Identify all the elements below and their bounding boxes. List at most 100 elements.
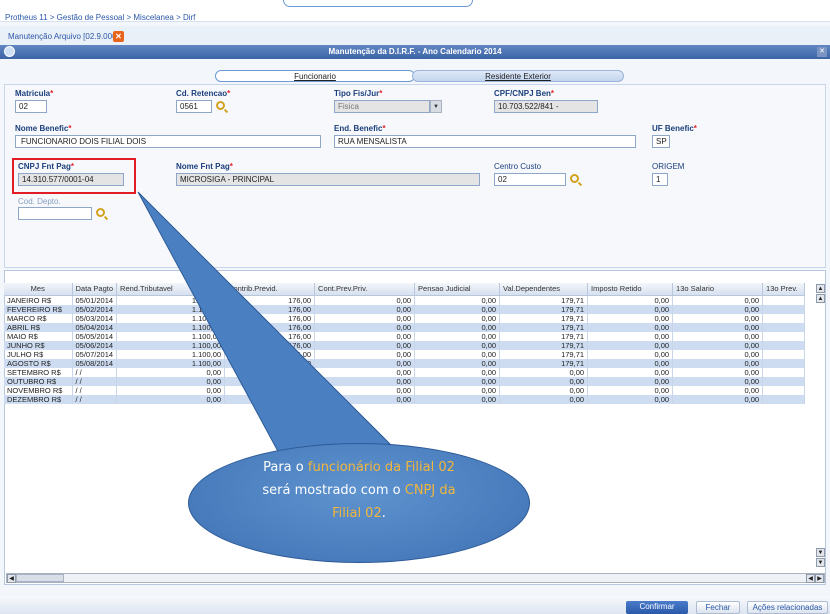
- table-cell[interactable]: MAIO R$: [4, 331, 73, 341]
- table-cell[interactable]: 0,00: [314, 340, 416, 350]
- table-row[interactable]: OUTUBRO R$ / /0,00 0,00 0,00 0,00 0,00 0,00 0,0…: [4, 376, 806, 386]
- table-cell[interactable]: 0,00: [414, 358, 501, 368]
- scroll-bottom-icon[interactable]: ▼: [816, 558, 825, 567]
- table-cell[interactable]: 179,71: [499, 313, 589, 323]
- table-cell[interactable]: 0,00: [672, 322, 764, 332]
- table-row[interactable]: JUNHO R$ 05/06/2014 1.100,00 176,00 0,00 0,00…: [4, 340, 806, 350]
- end-benefic-field[interactable]: RUA MENSALISTA: [334, 135, 636, 148]
- table-cell[interactable]: 0,00: [414, 304, 501, 314]
- table-cell[interactable]: 0,00: [224, 394, 316, 404]
- table-cell[interactable]: 0,00: [672, 295, 764, 305]
- col-header[interactable]: Data Pagto: [72, 283, 118, 296]
- table-cell[interactable]: 1.100,00: [116, 340, 226, 350]
- table-cell[interactable]: 0,00: [499, 385, 589, 395]
- col-header[interactable]: 13o Salario: [672, 283, 764, 296]
- table-cell[interactable]: / /: [72, 376, 118, 386]
- tab-residente-exterior[interactable]: Residente Exterior: [412, 70, 624, 82]
- table-row[interactable]: NOVEMBRO R$ / /0,00 0,00 0,00 0,00 0,00 0,00 0,…: [4, 385, 806, 395]
- table-row[interactable]: AGOSTO R$ 05/08/2014 1.100,00 176,00 0,00 0,0…: [4, 358, 806, 368]
- chevron-down-icon[interactable]: ▼: [430, 100, 442, 113]
- table-cell[interactable]: 0,00: [414, 340, 501, 350]
- table-cell[interactable]: JANEIRO R$: [4, 295, 73, 305]
- cpf-cnpj-ben-field[interactable]: 10.703.522/841 -: [494, 100, 598, 113]
- close-tab-icon[interactable]: ✕: [113, 31, 124, 42]
- table-cell[interactable]: 0,00: [314, 394, 416, 404]
- table-cell[interactable]: / /: [72, 385, 118, 395]
- table-cell[interactable]: JUNHO R$: [4, 340, 73, 350]
- table-cell[interactable]: 0,00: [414, 331, 501, 341]
- search-icon[interactable]: [216, 101, 225, 110]
- table-row[interactable]: MARCO R$ 05/03/2014 1.100,00 176,00 0,00 0,00…: [4, 313, 806, 323]
- table-cell[interactable]: 179,71: [499, 340, 589, 350]
- table-cell[interactable]: 0,00: [314, 385, 416, 395]
- table-cell[interactable]: 1.100,00: [116, 358, 226, 368]
- origem-field[interactable]: 1: [652, 173, 668, 186]
- table-cell[interactable]: 05/01/2014: [72, 295, 118, 305]
- table-cell[interactable]: 176,00: [224, 358, 316, 368]
- tab-manutencao-arquivo[interactable]: Manutenção Arquivo [02.9.0007]: [4, 30, 127, 45]
- scroll-left-icon[interactable]: ◀: [806, 574, 815, 583]
- table-cell[interactable]: 0,00: [314, 295, 416, 305]
- col-header[interactable]: Contrib.Previd.: [224, 283, 316, 296]
- related-actions-button[interactable]: Ações relacionadas: [747, 601, 828, 614]
- table-cell[interactable]: 0,00: [587, 322, 674, 332]
- table-cell[interactable]: / /: [72, 394, 118, 404]
- table-cell[interactable]: 0,00: [499, 376, 589, 386]
- table-cell[interactable]: DEZEMBRO R$: [4, 394, 73, 404]
- table-cell[interactable]: 0,00: [587, 313, 674, 323]
- table-cell[interactable]: 0,00: [414, 376, 501, 386]
- table-cell[interactable]: 1.100,00: [116, 322, 226, 332]
- tab-funcionario[interactable]: Funcionario: [215, 70, 415, 82]
- table-cell[interactable]: 176,00: [224, 313, 316, 323]
- table-cell[interactable]: 179,71: [499, 349, 589, 359]
- table-cell[interactable]: 1.100,00: [116, 331, 226, 341]
- table-cell[interactable]: 1.100,00: [116, 313, 226, 323]
- table-cell[interactable]: 0,00: [587, 295, 674, 305]
- nome-benefic-field[interactable]: FUNCIONARIO DOIS FILIAL DOIS: [15, 135, 321, 148]
- table-cell[interactable]: 1.100,00: [116, 304, 226, 314]
- table-cell[interactable]: AGOSTO R$: [4, 358, 73, 368]
- table-cell[interactable]: 0,00: [314, 376, 416, 386]
- table-row[interactable]: SETEMBRO R$ / /0,00 0,00 0,00 0,00 0,00 0,00 0,…: [4, 367, 806, 377]
- table-cell[interactable]: 0,00: [414, 313, 501, 323]
- table-cell[interactable]: 0,00: [672, 394, 764, 404]
- table-cell[interactable]: 0,00: [672, 349, 764, 359]
- col-header[interactable]: Val.Dependentes: [499, 283, 589, 296]
- matricula-field[interactable]: 02: [15, 100, 47, 113]
- scroll-up-icon[interactable]: ▲: [816, 294, 825, 303]
- scroll-down-icon[interactable]: ▼: [816, 548, 825, 557]
- window-close-icon[interactable]: ✕: [817, 47, 827, 57]
- table-cell[interactable]: 176,00: [224, 331, 316, 341]
- table-cell[interactable]: / /: [72, 367, 118, 377]
- table-cell[interactable]: 0,00: [587, 304, 674, 314]
- table-cell[interactable]: MARCO R$: [4, 313, 73, 323]
- table-cell[interactable]: 0,00: [587, 358, 674, 368]
- table-cell[interactable]: 179,71: [499, 322, 589, 332]
- table-cell[interactable]: 0,00: [314, 358, 416, 368]
- table-cell[interactable]: 0,00: [414, 295, 501, 305]
- table-cell[interactable]: 0,00: [587, 367, 674, 377]
- table-cell[interactable]: 05/07/2014: [72, 349, 118, 359]
- table-cell[interactable]: 0,00: [224, 376, 316, 386]
- table-cell[interactable]: 0,00: [414, 385, 501, 395]
- table-cell[interactable]: 0,00: [116, 385, 226, 395]
- table-cell[interactable]: 0,00: [587, 340, 674, 350]
- table-cell[interactable]: SETEMBRO R$: [4, 367, 73, 377]
- col-header[interactable]: Mes: [4, 283, 73, 296]
- table-cell[interactable]: 0,00: [499, 394, 589, 404]
- table-cell[interactable]: 0,00: [672, 385, 764, 395]
- table-cell[interactable]: 179,71: [499, 304, 589, 314]
- nome-fnt-pag-field[interactable]: MICROSIGA - PRINCIPAL: [176, 173, 480, 186]
- uf-benefic-field[interactable]: SP: [652, 135, 670, 148]
- table-cell[interactable]: 1.100,00: [116, 295, 226, 305]
- table-cell[interactable]: 0,00: [587, 376, 674, 386]
- table-cell[interactable]: 05/02/2014: [72, 304, 118, 314]
- table-cell[interactable]: 0,00: [314, 304, 416, 314]
- table-cell[interactable]: 1.100,00: [116, 349, 226, 359]
- table-cell[interactable]: 176,00: [224, 349, 316, 359]
- col-header[interactable]: Imposto Retido: [587, 283, 674, 296]
- table-row[interactable]: MAIO R$ 05/05/2014 1.100,00 176,00 0,00 0,00 1…: [4, 331, 806, 341]
- table-cell[interactable]: 179,71: [499, 358, 589, 368]
- col-header[interactable]: Cont.Prev.Priv.: [314, 283, 416, 296]
- table-cell[interactable]: 0,00: [672, 340, 764, 350]
